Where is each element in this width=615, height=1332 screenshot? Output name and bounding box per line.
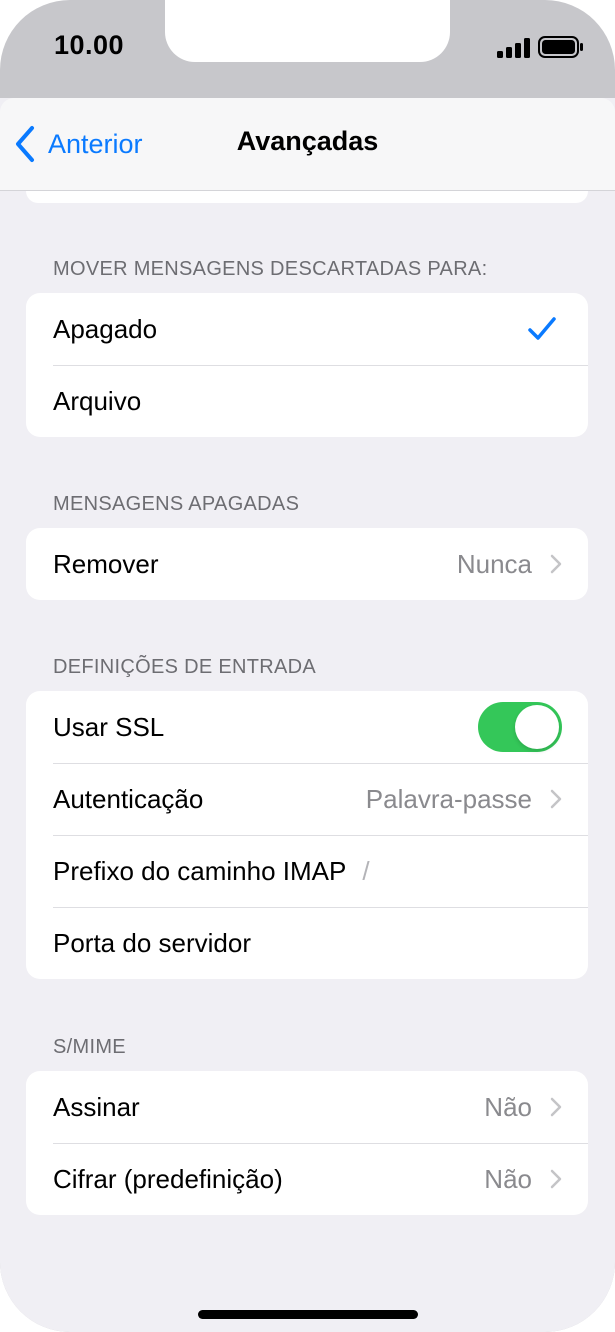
authentication-row[interactable]: Autenticação Palavra-passe (26, 763, 588, 835)
chevron-right-icon (550, 1097, 562, 1117)
option-label: Apagado (53, 313, 158, 344)
use-ssl-toggle[interactable] (478, 702, 562, 752)
toggle-knob (515, 705, 559, 749)
page-title: Avançadas (236, 126, 379, 156)
encrypt-label: Cifrar (predefinição) (53, 1163, 283, 1194)
checkmark-icon (528, 317, 556, 340)
chevron-right-icon (550, 789, 562, 809)
section-header-deleted: MENSAGENS APAGADAS (53, 493, 300, 515)
option-label: Arquivo (53, 385, 142, 416)
imap-prefix-row[interactable]: Prefixo do caminho IMAP / (26, 835, 588, 907)
section-header-discard: MOVER MENSAGENS DESCARTADAS PARA: (53, 258, 488, 280)
notch (165, 0, 450, 62)
authentication-value: Palavra-passe (365, 783, 532, 814)
smime-group: Assinar Não Cifrar (predefinição) Não (26, 1071, 588, 1215)
option-arquivo[interactable]: Arquivo (26, 365, 588, 437)
previous-group-edge (26, 191, 588, 203)
remove-label: Remover (53, 548, 159, 579)
imap-prefix-input[interactable]: / (362, 856, 369, 887)
chevron-right-icon (550, 554, 562, 574)
sign-label: Assinar (53, 1091, 140, 1122)
home-indicator[interactable] (198, 1310, 418, 1319)
incoming-settings-group: Usar SSL Autenticação Palavra-passe Pref… (26, 691, 588, 979)
battery-icon (538, 36, 583, 58)
use-ssl-row: Usar SSL (26, 691, 588, 763)
section-header-incoming: DEFINIÇÕES DE ENTRADA (53, 656, 316, 678)
chevron-right-icon (550, 1169, 562, 1189)
remove-value: Nunca (456, 548, 532, 579)
status-time: 10.00 (54, 30, 125, 60)
imap-prefix-label: Prefixo do caminho IMAP (53, 855, 347, 886)
authentication-label: Autenticação (53, 783, 204, 814)
sign-value: Não (484, 1091, 532, 1122)
server-port-label: Porta do servidor (53, 927, 251, 958)
deleted-messages-group: Remover Nunca (26, 528, 588, 600)
sign-row[interactable]: Assinar Não (26, 1071, 588, 1143)
phone-frame: 10.00 Anterior Avançadas MOVER MENSAGENS… (0, 0, 615, 1332)
status-bar: 10.00 (0, 0, 615, 98)
section-header-smime: S/MIME (53, 1036, 126, 1058)
navigation-bar: Anterior Avançadas (0, 98, 615, 191)
discard-options-group: Apagado Arquivo (26, 293, 588, 437)
remove-row[interactable]: Remover Nunca (26, 528, 588, 600)
encrypt-value: Não (484, 1163, 532, 1194)
cellular-signal-icon (497, 38, 530, 58)
server-port-row[interactable]: Porta do servidor (26, 907, 588, 979)
encrypt-row[interactable]: Cifrar (predefinição) Não (26, 1143, 588, 1215)
use-ssl-label: Usar SSL (53, 711, 165, 742)
option-apagado[interactable]: Apagado (26, 293, 588, 365)
